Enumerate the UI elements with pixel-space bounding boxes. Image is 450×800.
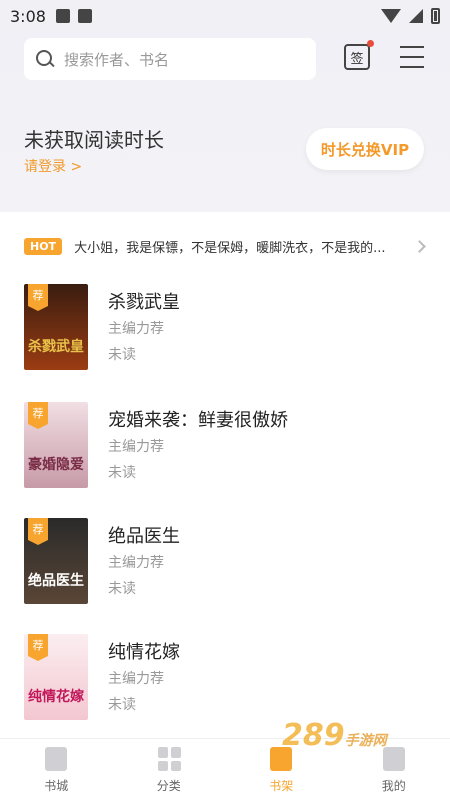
book-item[interactable]: 荐 绝品医生 绝品医生 主编力荐 未读 <box>24 518 434 610</box>
recommend-tag: 荐 <box>28 518 48 545</box>
chevron-right-icon <box>413 239 426 253</box>
book-cover: 荐 豪婚隐爱 <box>24 402 88 488</box>
book-status: 未读 <box>108 347 136 363</box>
book-subtitle: 主编力荐 <box>108 439 164 455</box>
grid-icon <box>157 747 181 771</box>
hot-text: 大小姐，我是保镖，不是保姆，暖脚洗衣，不是我的... <box>74 240 386 256</box>
hot-badge: HOT <box>24 237 63 255</box>
notification-dot <box>367 40 374 47</box>
book-status: 未读 <box>108 465 136 481</box>
watermark-number: 289 <box>282 718 345 753</box>
book-title: 杀戮武皇 <box>108 292 180 313</box>
book-status: 未读 <box>108 581 136 597</box>
status-time: 3:08 <box>10 6 46 26</box>
cover-title: 豪婚隐爱 <box>28 457 84 473</box>
recommend-tag: 荐 <box>28 402 48 429</box>
menu-button[interactable] <box>400 46 424 68</box>
watermark-sub: 手游网 <box>344 733 387 749</box>
search-placeholder: 搜索作者、书名 <box>64 50 170 69</box>
signin-calendar-icon: 签 <box>350 51 364 67</box>
battery-icon <box>431 8 440 24</box>
app-notification-icon <box>77 9 92 23</box>
book-cover: 荐 纯情花嫁 <box>24 634 88 720</box>
book-item[interactable]: 荐 杀戮武皇 杀戮武皇 主编力荐 未读 <box>24 284 434 376</box>
menu-icon <box>400 46 424 48</box>
status-bar: 3:08 <box>0 0 450 32</box>
book-title: 纯情花嫁 <box>108 642 180 663</box>
book-cover: 荐 杀戮武皇 <box>24 284 88 370</box>
wifi-icon <box>381 9 401 23</box>
login-link[interactable]: 请登录 > <box>24 156 82 176</box>
tab-category[interactable]: 分类 <box>113 739 226 800</box>
book-title: 绝品医生 <box>108 526 180 547</box>
book-subtitle: 主编力荐 <box>108 555 164 571</box>
book-title: 宠婚来袭：鲜妻很傲娇 <box>108 410 288 431</box>
book-status: 未读 <box>108 697 136 713</box>
search-icon <box>36 50 54 68</box>
recommend-tag: 荐 <box>28 284 48 311</box>
recommend-tag: 荐 <box>28 634 48 661</box>
image-notification-icon <box>55 9 70 23</box>
signal-icon <box>409 9 423 23</box>
search-input[interactable]: 搜索作者、书名 <box>24 38 316 80</box>
hot-banner[interactable]: HOT 大小姐，我是保镖，不是保姆，暖脚洗衣，不是我的... <box>24 234 430 258</box>
cover-title: 绝品医生 <box>28 573 84 589</box>
tab-label: 我的 <box>381 779 406 793</box>
book-item[interactable]: 荐 豪婚隐爱 宠婚来袭：鲜妻很傲娇 主编力荐 未读 <box>24 402 434 494</box>
exchange-vip-button[interactable]: 时长兑换VIP <box>306 128 424 170</box>
book-subtitle: 主编力荐 <box>108 671 164 687</box>
book-cover: 荐 绝品医生 <box>24 518 88 604</box>
tab-bookstore[interactable]: 书城 <box>0 739 113 800</box>
cover-title: 纯情花嫁 <box>28 689 84 705</box>
book-subtitle: 主编力荐 <box>108 321 164 337</box>
reading-time-title: 未获取阅读时长 <box>24 128 164 152</box>
book-icon <box>45 747 68 771</box>
site-watermark: 289手游网 <box>282 718 387 753</box>
book-item[interactable]: 荐 纯情花嫁 纯情花嫁 主编力荐 未读 <box>24 634 434 726</box>
tab-label: 书城 <box>44 779 69 793</box>
tab-label: 书架 <box>269 779 294 793</box>
tab-label: 分类 <box>156 779 181 793</box>
signin-button[interactable]: 签 <box>344 40 374 70</box>
cover-title: 杀戮武皇 <box>28 339 84 355</box>
